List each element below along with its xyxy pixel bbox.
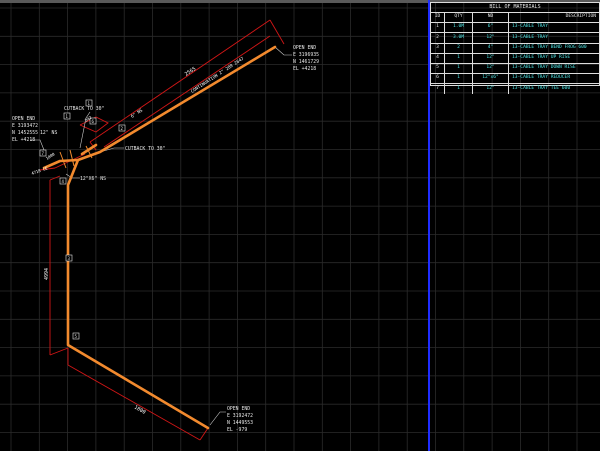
bom-cell-description: 13-CABLE TRAY UP RISE — [512, 55, 571, 61]
open-end-left-size: 12" NS — [40, 130, 57, 136]
dimension-line-top — [89, 19, 271, 143]
open-end-top-line: OPEN END — [293, 45, 316, 51]
open-end-top-annotation: OPEN END E 3196935 N 1461729 EL +4218 — [293, 45, 319, 72]
cutback-label-lower: CUTBACK TO 30" — [125, 146, 166, 152]
bom-cell-description: 13-CABLE TRAY TEE 600 — [512, 85, 571, 91]
open-end-bottom-line: N 1449553 — [227, 420, 253, 426]
bom-header-qty: QTY — [445, 13, 473, 23]
dimension-line-bottom — [67, 364, 201, 441]
bom-cell-id: 3 — [431, 43, 445, 53]
dimension-line-parallel — [103, 35, 271, 148]
bom-cell-id: 5 — [431, 63, 445, 74]
bom-row[interactable]: 7 1 12" 13-CABLE TRAY TEE 600 — [431, 84, 599, 94]
fitting-mark — [69, 149, 75, 167]
bom-cell-qty: 3.0M — [445, 33, 473, 43]
bom-cell-id: 2 — [431, 33, 445, 43]
bom-cell-description: 13-CABLE TRAY — [512, 34, 548, 40]
open-end-top-line: EL +4218 — [293, 66, 316, 72]
open-end-left-line: N 1452555 — [12, 130, 38, 136]
open-end-left-line: E 3193472 — [12, 123, 38, 129]
bom-cell-id: 6 — [431, 74, 445, 84]
bom-cell-nd: 12" — [473, 53, 509, 63]
bom-cell-nd: 12" — [473, 63, 509, 74]
bom-cell-description: 13-CABLE TRAY — [512, 24, 548, 30]
bom-cell-nd: 12" — [473, 84, 509, 94]
leader-open-end-bottom — [209, 411, 226, 426]
bom-row[interactable]: 3 2 4" 13-CABLE TRAY BEND FROG 600 — [431, 43, 599, 54]
bom-row[interactable]: 5 1 12" 13-CABLE TRAY DOWN RISE — [431, 63, 599, 75]
bom-header-id: ID — [431, 13, 445, 23]
leader-open-end-top — [274, 46, 292, 56]
bom-cell-qty: 1 — [445, 53, 473, 63]
bom-cell-qty: 1.0M — [445, 23, 473, 33]
bom-cell-nd: 6" — [473, 23, 509, 33]
bom-cell-qty: 1 — [445, 84, 473, 94]
bom-cell-nd: 4" — [473, 43, 509, 53]
open-end-top-line: N 1461729 — [293, 59, 319, 65]
dimension-text-1000: 1000 — [45, 151, 56, 161]
size-text-6ns: 6" NS — [130, 107, 144, 119]
open-end-left-line: EL +4218 — [12, 137, 35, 143]
reducer-size-label: 12"X6" NS — [80, 176, 106, 182]
dimension-text-ce: 4718 CE — [31, 165, 49, 176]
dimension-tick — [269, 19, 285, 45]
bom-cell-id: 7 — [431, 84, 445, 94]
bom-cell-nd: 12"x6" — [473, 74, 509, 84]
bom-header-description: DESCRIPTION — [565, 14, 596, 20]
open-end-bottom-line: EL -979 — [227, 427, 247, 433]
dimension-tick — [49, 347, 69, 356]
open-end-top-line: E 3196935 — [293, 52, 319, 58]
bom-header-nd: ND — [473, 13, 509, 23]
bom-cell-id: 1 — [431, 23, 445, 33]
open-end-left-line: OPEN END — [12, 116, 35, 122]
dimension-lines — [39, 19, 285, 441]
cutback-label-upper: CUTBACK TO 30" — [64, 106, 105, 112]
bill-of-materials-table[interactable]: BILL OF MATERIALS ID QTY ND DESCRIPTION … — [430, 2, 600, 94]
dimension-text-bottom: 1800 — [133, 405, 146, 416]
bom-title: BILL OF MATERIALS — [431, 3, 599, 13]
dimension-tick — [199, 427, 209, 441]
cable-tray-main-run[interactable] — [66, 45, 277, 430]
bom-cell-qty: 2 — [445, 43, 473, 53]
bom-cell-nd: 12" — [473, 33, 509, 43]
open-end-bottom-line: E 3192472 — [227, 413, 253, 419]
bom-cell-description: 13-CABLE TRAY BEND FROG 600 — [512, 44, 587, 50]
bom-row[interactable]: 2 3.0M 12" 13-CABLE TRAY — [431, 33, 599, 44]
open-end-bottom-annotation: OPEN END E 3192472 N 1449553 EL -979 — [227, 406, 253, 433]
dimension-text-vertical: 4994 — [44, 268, 50, 280]
cad-viewport[interactable]: 1 2 3 4 5 6 7 1 OPEN END E 3196935 N 146… — [0, 0, 600, 451]
bom-cell-qty: 1 — [445, 63, 473, 74]
bom-row[interactable]: 1 1.0M 6" 13-CABLE TRAY — [431, 23, 599, 34]
bom-cell-qty: 1 — [445, 74, 473, 84]
bom-cell-description: 13-CABLE TRAY DOWN RISE — [512, 65, 576, 71]
open-end-left-annotation: OPEN END E 3193472 N 1452555 EL +4218 12… — [12, 116, 57, 143]
bom-header-row: ID QTY ND DESCRIPTION — [431, 13, 599, 24]
bom-cell-id: 4 — [431, 53, 445, 63]
dimension-tick — [49, 175, 61, 181]
bom-cell-description: 13-CABLE TRAY REDUCER — [512, 75, 571, 81]
isometric-drawing[interactable]: 1 2 3 4 5 6 7 1 OPEN END E 3196935 N 146… — [0, 0, 428, 451]
bom-row[interactable]: 6 1 12"x6" 13-CABLE TRAY REDUCER — [431, 74, 599, 85]
open-end-bottom-line: OPEN END — [227, 406, 250, 412]
dimension-text-run: CONTINUATION 2" 289 2647 — [190, 56, 246, 95]
dimension-text-top: 2565 — [184, 66, 197, 78]
bom-row[interactable]: 4 1 12" 13-CABLE TRAY UP RISE — [431, 53, 599, 64]
